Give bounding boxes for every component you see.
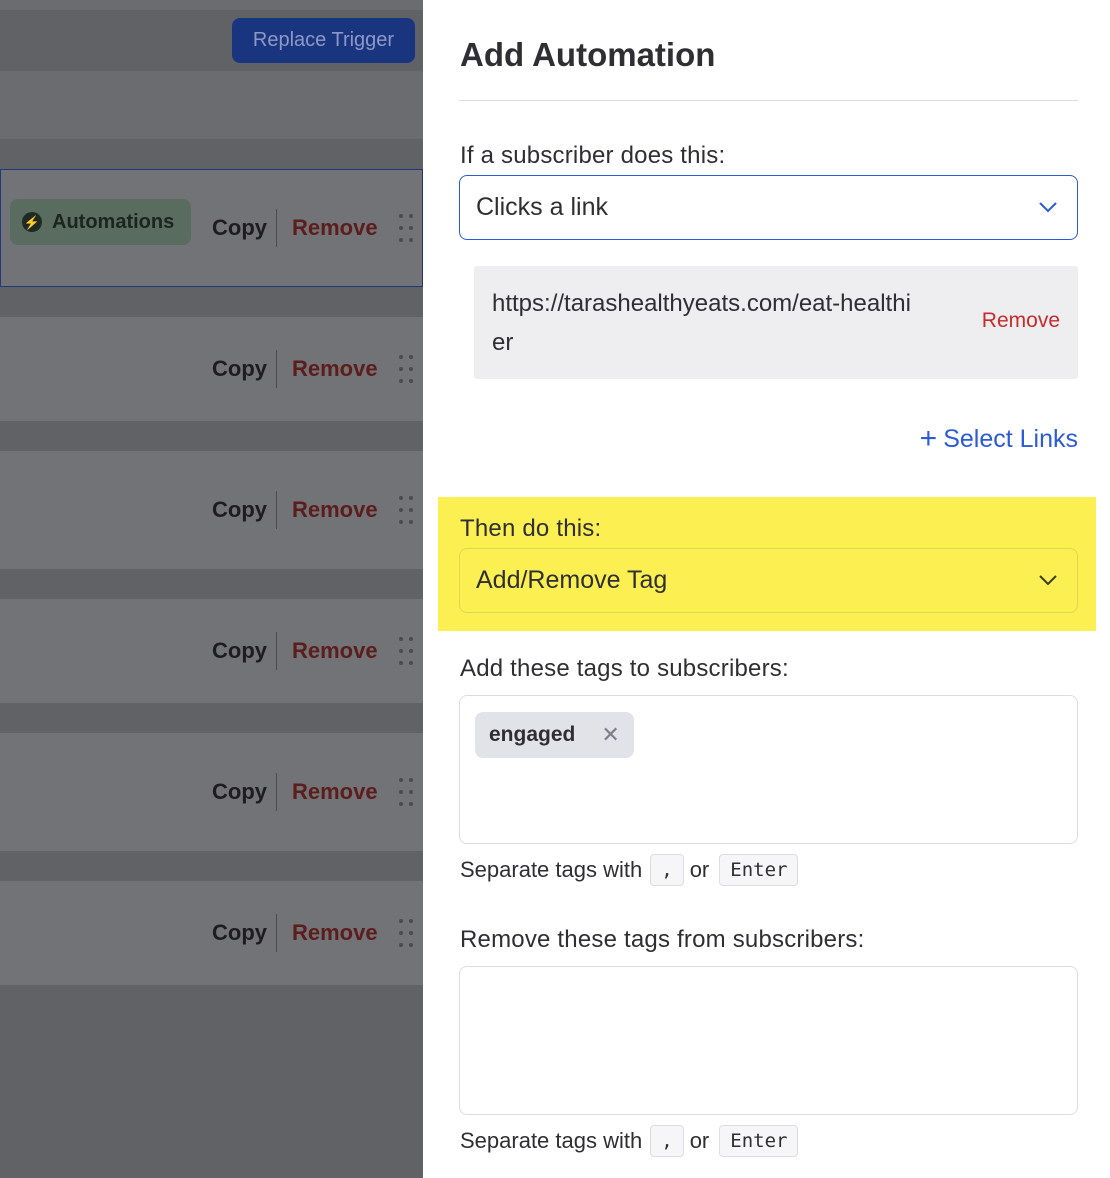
enter-key: Enter [719, 854, 799, 886]
drag-handle-icon[interactable] [399, 353, 415, 385]
remove-tags-label: Remove these tags from subscribers: [460, 926, 865, 953]
drag-handle-icon[interactable] [399, 917, 415, 949]
divider [276, 914, 277, 952]
divider [276, 209, 277, 247]
trigger-select-value: Clicks a link [476, 193, 608, 221]
replace-trigger-button[interactable]: Replace Trigger [232, 18, 415, 63]
row-actions: Copy Remove [0, 769, 423, 815]
remove-button[interactable]: Remove [292, 346, 378, 392]
select-links-label: Select Links [943, 424, 1078, 453]
bg-header-band [0, 71, 423, 139]
chevron-down-icon [1039, 202, 1057, 213]
add-tags-hint: Separate tags with , or Enter [460, 854, 804, 886]
copy-button[interactable]: Copy [212, 628, 267, 674]
action-select[interactable]: Add/Remove Tag [459, 548, 1078, 613]
copy-button[interactable]: Copy [212, 346, 267, 392]
trigger-select[interactable]: Clicks a link [459, 175, 1078, 240]
hint-or: or [689, 857, 710, 882]
row-actions: Copy Remove [0, 346, 423, 392]
drag-handle-icon[interactable] [399, 776, 415, 808]
remove-button[interactable]: Remove [292, 910, 378, 956]
divider [276, 632, 277, 670]
row-actions: Copy Remove [0, 910, 423, 956]
plus-icon: + [919, 422, 938, 455]
remove-tags-hint: Separate tags with , or Enter [460, 1125, 804, 1157]
row-actions: Copy Remove [0, 628, 423, 674]
close-icon[interactable]: ✕ [601, 722, 619, 748]
action-label: Then do this: [460, 515, 602, 542]
background-overlay: Replace Trigger ⚡ Automations Copy Remov… [0, 0, 423, 1178]
title-divider [459, 100, 1078, 101]
hint-text: Separate tags with [460, 1128, 643, 1153]
remove-button[interactable]: Remove [292, 769, 378, 815]
chevron-down-icon [1039, 575, 1057, 586]
drawer-title: Add Automation [460, 36, 716, 73]
comma-key: , [650, 1125, 684, 1157]
select-links-button[interactable]: + Select Links [920, 424, 1078, 454]
row-actions: Copy Remove [0, 205, 423, 251]
trigger-label: If a subscriber does this: [460, 142, 726, 169]
add-tags-input[interactable]: engaged ✕ [459, 695, 1078, 844]
divider [276, 773, 277, 811]
hint-or: or [689, 1128, 710, 1153]
enter-key: Enter [719, 1125, 799, 1157]
remove-button[interactable]: Remove [292, 205, 378, 251]
remove-button[interactable]: Remove [292, 628, 378, 674]
action-select-value: Add/Remove Tag [476, 566, 668, 594]
tag-chip: engaged ✕ [475, 712, 634, 758]
selected-link-card: https://tarashealthyeats.com/eat-healthi… [474, 266, 1078, 379]
copy-button[interactable]: Copy [212, 205, 267, 251]
copy-button[interactable]: Copy [212, 910, 267, 956]
remove-tags-input[interactable] [459, 966, 1078, 1115]
comma-key: , [650, 854, 684, 886]
hint-text: Separate tags with [460, 857, 643, 882]
remove-button[interactable]: Remove [292, 487, 378, 533]
copy-button[interactable]: Copy [212, 769, 267, 815]
divider [276, 350, 277, 388]
tag-chip-label: engaged [489, 723, 576, 746]
bg-top-strip [0, 0, 423, 10]
selected-link-url: https://tarashealthyeats.com/eat-healthi… [492, 290, 911, 356]
add-automation-drawer: Add Automation If a subscriber does this… [423, 0, 1110, 1178]
drag-handle-icon[interactable] [399, 635, 415, 667]
divider [276, 491, 277, 529]
link-remove-button[interactable]: Remove [982, 309, 1060, 333]
copy-button[interactable]: Copy [212, 487, 267, 533]
row-actions: Copy Remove [0, 487, 423, 533]
drag-handle-icon[interactable] [399, 212, 415, 244]
drag-handle-icon[interactable] [399, 494, 415, 526]
add-tags-label: Add these tags to subscribers: [460, 655, 789, 682]
